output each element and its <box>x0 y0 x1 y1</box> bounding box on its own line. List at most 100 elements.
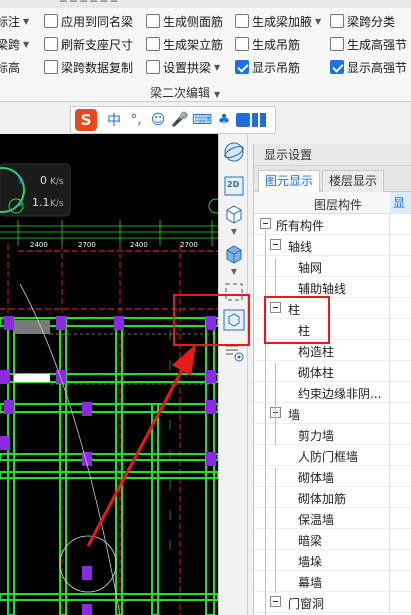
keyboard-icon[interactable]: ⌨ <box>192 110 212 130</box>
tree-row[interactable]: 暗梁 <box>254 529 411 550</box>
tree-item-label: 墙 <box>288 408 301 422</box>
column-divider <box>389 445 390 466</box>
skin-icon[interactable]: ♣ <box>214 110 234 130</box>
ribbon-item-label: 显示吊筋 <box>252 60 301 75</box>
ribbon-item-0-4[interactable]: 梁跨分类 <box>330 11 395 31</box>
column-11 <box>0 436 10 450</box>
drawing-canvas-graphics: ↑↓0 K/s1.1 K/s2400 2700 2400 2700 <box>0 163 218 615</box>
grid-icon[interactable] <box>252 113 266 127</box>
tree-row[interactable]: 墙垛 <box>254 550 411 571</box>
ribbon-item-label: 梁跨分类 <box>347 14 396 29</box>
ribbon-item-2-1[interactable]: 梁跨数据复制 <box>44 57 133 77</box>
column-4 <box>0 370 10 384</box>
ribbon-item-2-2[interactable]: 设置拱梁 ▼ <box>146 57 220 77</box>
dimension-label: 2700 <box>180 241 198 249</box>
column-13 <box>82 566 92 580</box>
tree-row[interactable]: 门窗洞 <box>254 592 411 613</box>
column-divider <box>389 340 390 361</box>
ribbon-item-0-0[interactable]: 标注 ▼ <box>0 11 29 31</box>
beam-v-4 <box>205 317 215 615</box>
tree-item-label: 所有构件 <box>276 219 325 233</box>
shirt-icon[interactable] <box>236 113 250 127</box>
column-divider <box>389 235 390 256</box>
tab-1[interactable]: 楼层显示 <box>322 170 385 192</box>
beam-haunch-icon <box>235 14 249 28</box>
checkbox-icon <box>235 60 249 74</box>
dimension-label: 2700 <box>78 241 96 249</box>
tree-row[interactable]: 砌体加筋 <box>254 487 411 508</box>
ribbon-item-1-4[interactable]: 生成高强节 <box>330 34 407 54</box>
2d-view-icon[interactable]: 2D <box>222 174 246 198</box>
tree-row[interactable]: 保温墙 <box>254 508 411 529</box>
tree-item-label: 墙垛 <box>298 555 323 569</box>
tree-row[interactable]: 辅助轴线 <box>254 277 411 298</box>
ribbon-item-0-2[interactable]: 生成侧面筋 <box>146 11 223 31</box>
chevron-down-icon[interactable]: ▼ <box>231 267 237 276</box>
ime-toolbar: S 中 °, ☺ 🎤 ⌨ ♣ <box>70 106 276 134</box>
tree-guide-line <box>275 258 276 298</box>
beam-h-4 <box>0 471 218 479</box>
ribbon-item-0-3[interactable]: 生成梁加腋 ▼ <box>235 11 321 31</box>
mic-icon[interactable]: 🎤 <box>170 110 190 130</box>
column-9 <box>82 402 92 416</box>
column-divider <box>389 298 390 319</box>
ime-item-1[interactable]: °, <box>126 110 146 130</box>
upload-speed-unit: K/s <box>50 177 64 187</box>
column-divider <box>389 466 390 487</box>
ribbon-item-label: 生成侧面筋 <box>163 14 224 29</box>
tree-item-label: 门窗洞 <box>288 597 325 611</box>
tree-row[interactable]: 所有构件 <box>254 214 411 235</box>
tree-row[interactable]: 轴线 <box>254 235 411 256</box>
tree-item-label: 轴网 <box>298 261 323 275</box>
ribbon-item-0-1[interactable]: 应用到同名梁 <box>44 11 133 31</box>
ribbon-item-2-4[interactable]: 显示高强节 <box>330 57 407 77</box>
tree-row[interactable]: 墙 <box>254 403 411 424</box>
high-strength-icon <box>330 37 344 51</box>
tree-row[interactable]: 砌体柱 <box>254 361 411 382</box>
ribbon-item-1-2[interactable]: 生成架立筋 <box>146 34 223 54</box>
ime-logo[interactable]: S <box>75 109 97 131</box>
tree-row[interactable]: 轴网 <box>254 256 411 277</box>
tree-item-label: 轴线 <box>288 240 313 254</box>
column-header-display[interactable]: 显示 <box>390 192 411 214</box>
dimension-label: 2400 <box>30 241 48 249</box>
tree-item-label: 辅助轴线 <box>298 282 347 296</box>
view-toolbar: 2D ▼ ▼ <box>218 134 248 615</box>
tree-row[interactable]: 幕墙 <box>254 571 411 592</box>
column-divider <box>389 424 390 445</box>
tree-row[interactable]: 人防门框墙 <box>254 445 411 466</box>
drawing-canvas[interactable]: ↑ ↓ 0 K/s 1.1 K/s 2400 2700 2400 2700 <box>0 134 218 615</box>
download-speed: 1.1 <box>32 196 50 209</box>
upload-speed: 0 <box>40 174 47 187</box>
ribbon-item-2-3[interactable]: 显示吊筋 <box>235 57 300 77</box>
tree-item-label: 幕墙 <box>298 576 323 590</box>
chevron-down-icon[interactable]: ▼ <box>231 227 237 236</box>
column-1 <box>56 316 66 330</box>
collapse-icon[interactable] <box>260 218 271 229</box>
ribbon-item-1-0[interactable]: 梁跨 ▼ <box>0 34 29 54</box>
beam-v-2 <box>115 317 123 615</box>
ime-item-2[interactable]: ☺ <box>148 110 168 130</box>
axis-bubble <box>208 198 218 214</box>
collapse-icon[interactable] <box>270 596 281 607</box>
ribbon-item-2-0[interactable]: 标高 <box>0 57 20 77</box>
ime-item-0[interactable]: 中 <box>104 110 124 130</box>
tree-row[interactable]: 砌体墙 <box>254 466 411 487</box>
arch-beam-icon <box>146 60 160 74</box>
beam-v-0 <box>7 317 15 615</box>
collapse-icon[interactable] <box>270 239 281 250</box>
ribbon-item-1-1[interactable]: 刷新支座尺寸 <box>44 34 133 54</box>
tab-0[interactable]: 图元显示 <box>258 170 321 193</box>
tree-row[interactable]: 约束边缘非阴... <box>254 382 411 403</box>
chevron-down-icon: ▼ <box>23 39 30 49</box>
ribbon-item-1-3[interactable]: 生成吊筋 <box>235 34 300 54</box>
orbit-icon[interactable] <box>222 140 246 164</box>
span-classify-icon <box>330 14 344 28</box>
3d-filled-box-icon[interactable]: ▼ <box>222 242 246 276</box>
tree-row[interactable]: 剪力墙 <box>254 424 411 445</box>
column-header-layer: 图层构件 <box>314 198 363 212</box>
ribbon-group-name[interactable]: 梁二次编辑 ▼ <box>150 84 220 101</box>
3d-box-icon[interactable]: ▼ <box>222 202 246 236</box>
ribbon-item-label: 生成吊筋 <box>252 37 301 52</box>
tree-guide-line <box>265 230 266 615</box>
